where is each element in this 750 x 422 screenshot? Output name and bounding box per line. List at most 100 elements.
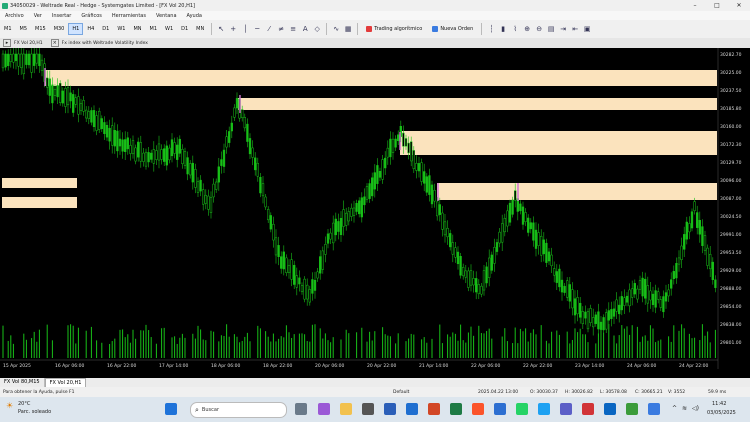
candle	[22, 53, 25, 75]
meta-blue-icon[interactable]	[648, 403, 660, 415]
candle	[111, 125, 114, 146]
timeframe-m1[interactable]: M1	[1, 24, 15, 34]
whatsapp-icon[interactable]	[516, 403, 528, 415]
menu-ver[interactable]: Ver	[29, 13, 47, 19]
candle	[391, 138, 395, 153]
vertical-line-icon[interactable]: │	[240, 24, 250, 34]
meta-green-icon[interactable]	[626, 403, 638, 415]
store-icon[interactable]	[362, 403, 374, 415]
candle	[638, 280, 642, 290]
timeframe-h4[interactable]: H4	[84, 24, 97, 34]
taskbar-search[interactable]: ⌕ Buscar	[190, 402, 287, 418]
menu-ventana[interactable]: Ventana	[151, 13, 182, 19]
clock-time[interactable]: 11:42	[712, 401, 726, 407]
word-icon[interactable]	[384, 403, 396, 415]
candle	[618, 304, 621, 315]
fibonacci-icon[interactable]: ≡	[288, 24, 298, 34]
weather-desc[interactable]: Parc. soleado	[18, 409, 51, 415]
tray-chevron-icon[interactable]: ^	[672, 405, 677, 412]
candle	[295, 275, 298, 288]
timeframe-mn[interactable]: MN	[130, 24, 144, 34]
time-label: 16 Apr 06:00	[55, 363, 84, 369]
timeframe-d1-extra[interactable]: D1	[178, 24, 191, 34]
chart-shift-icon[interactable]: ⇤	[570, 24, 580, 34]
copilot-icon[interactable]	[318, 403, 330, 415]
timeframe-w1-extra[interactable]: W1	[162, 24, 176, 34]
file-explorer-icon[interactable]	[340, 403, 352, 415]
windows-start-icon[interactable]	[165, 403, 177, 415]
timeframe-h1[interactable]: H1	[68, 23, 84, 35]
timeframe-m30[interactable]: M30	[51, 24, 68, 34]
brave-icon[interactable]	[472, 403, 484, 415]
candle	[675, 263, 678, 279]
chart-canvas[interactable]: 30282.70 30225.00 30237.50 30185.80 30160.00…	[0, 48, 750, 369]
zoom-out-icon[interactable]: ⊖	[534, 24, 544, 34]
task-view-icon[interactable]	[295, 403, 307, 415]
close-button[interactable]: ✕	[728, 2, 750, 9]
timeframe-w1[interactable]: W1	[114, 24, 128, 34]
text-icon[interactable]: A	[300, 24, 310, 34]
horizontal-line-icon[interactable]: ─	[252, 24, 262, 34]
bar-chart-icon[interactable]: ┆	[486, 24, 496, 34]
metatrader-icon[interactable]	[494, 403, 506, 415]
maximize-button[interactable]: □	[706, 2, 728, 9]
timeframe-m1-extra[interactable]: M1	[147, 24, 161, 34]
menu-archivo[interactable]: Archivo	[0, 13, 29, 19]
clock-date[interactable]: 03/05/2025	[707, 410, 736, 416]
candle	[376, 165, 379, 184]
grid-icon[interactable]: ▤	[546, 24, 556, 34]
price-chart[interactable]: 30282.70 30225.00 30237.50 30185.80 30160.00…	[0, 48, 750, 369]
outlook-icon[interactable]	[406, 403, 418, 415]
excel-icon[interactable]	[450, 403, 462, 415]
crosshair-icon[interactable]: +	[228, 24, 238, 34]
screenshot-icon[interactable]: ▣	[582, 24, 592, 34]
templates-icon[interactable]: ▦	[343, 24, 353, 34]
menu-insertar[interactable]: Insertar	[47, 13, 76, 19]
candle	[261, 183, 265, 197]
timeframe-m15[interactable]: M15	[32, 24, 49, 34]
menu-ayuda[interactable]: Ayuda	[182, 13, 207, 19]
candle	[27, 53, 31, 66]
minimize-button[interactable]: –	[684, 2, 706, 9]
candle	[64, 88, 67, 107]
candle	[428, 175, 431, 195]
trendline-icon[interactable]: ⁄	[264, 24, 274, 34]
candle	[545, 242, 548, 263]
indicator-box-icon[interactable]: ×	[50, 39, 59, 47]
chart-symbol: FX Vol 20,H1	[14, 40, 43, 46]
tab-fx-vol-20-h1[interactable]: FX Vol 20,H1	[44, 378, 87, 387]
candle	[144, 151, 148, 167]
channel-icon[interactable]: ≠	[276, 24, 286, 34]
volume-icon[interactable]: ◁)	[692, 405, 699, 412]
weather-temp[interactable]: 20°C	[18, 401, 30, 407]
edge-icon[interactable]	[604, 403, 616, 415]
price-label: 30024.50	[720, 214, 742, 220]
candle	[373, 172, 376, 190]
new-order-button[interactable]: Nueva Orden	[429, 25, 476, 33]
algo-trading-button[interactable]: Trading algorítmico	[363, 25, 425, 33]
chart-menu-icon[interactable]: ▸	[3, 39, 11, 47]
telegram-icon[interactable]	[538, 403, 550, 415]
zoom-in-icon[interactable]: ⊕	[522, 24, 532, 34]
tab-fx-vol-80-m15[interactable]: FX Vol 80,M15	[0, 378, 45, 387]
cursor-icon[interactable]: ↖	[216, 24, 226, 34]
wifi-icon[interactable]: ≋	[682, 405, 687, 412]
line-chart-icon[interactable]: ⌇	[510, 24, 520, 34]
candle	[503, 217, 506, 233]
candle	[423, 171, 426, 184]
candle	[352, 207, 356, 216]
candle	[324, 244, 327, 255]
timeframe-mn-extra[interactable]: MN	[193, 24, 207, 34]
autoscroll-icon[interactable]: ⇥	[558, 24, 568, 34]
menu-graficos[interactable]: Gráficos	[76, 13, 107, 19]
candlestick-icon[interactable]: ▮	[498, 24, 508, 34]
shapes-icon[interactable]: ◇	[312, 24, 322, 34]
timeframe-d1[interactable]: D1	[99, 24, 112, 34]
candle	[235, 98, 239, 109]
indicators-icon[interactable]: ∿	[331, 24, 341, 34]
menu-herramientas[interactable]: Herramientas	[107, 13, 151, 19]
powerpoint-icon[interactable]	[428, 403, 440, 415]
app-red-icon[interactable]	[582, 403, 594, 415]
teams-icon[interactable]	[560, 403, 572, 415]
timeframe-m5[interactable]: M5	[17, 24, 31, 34]
